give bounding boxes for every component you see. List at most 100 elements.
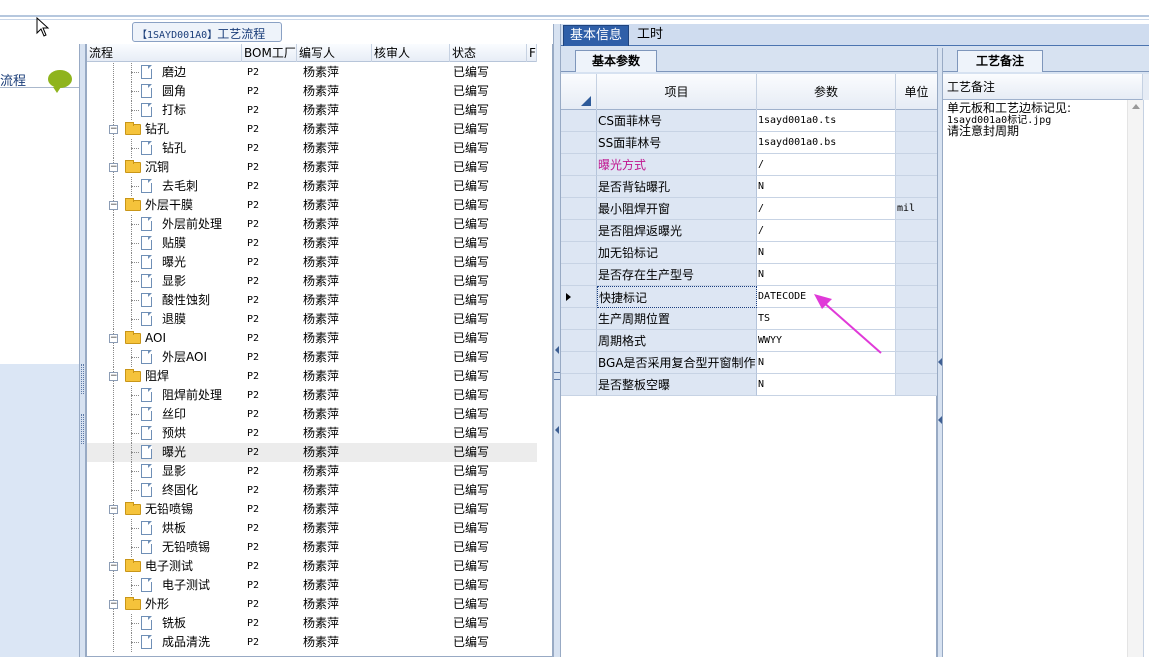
tree-row[interactable]: 外层前处理 P2 杨素萍 已编写 <box>87 215 537 234</box>
param-unit-cell[interactable] <box>896 176 937 198</box>
row-header[interactable] <box>561 308 597 330</box>
tree-row[interactable]: 丝印 P2 杨素萍 已编写 <box>87 405 537 424</box>
tree-row[interactable]: 阻焊前处理 P2 杨素萍 已编写 <box>87 386 537 405</box>
tree-row[interactable]: − 外形 P2 杨素萍 已编写 <box>87 595 537 614</box>
param-unit-cell[interactable] <box>896 374 937 396</box>
param-unit-cell[interactable] <box>896 352 937 374</box>
col-header-param[interactable]: 参数 <box>757 74 896 110</box>
param-value-cell[interactable]: N <box>757 242 896 264</box>
param-unit-cell[interactable] <box>896 132 937 154</box>
collapse-left-icon[interactable] <box>938 358 942 366</box>
param-unit-cell[interactable] <box>896 154 937 176</box>
param-row[interactable]: 加无铅标记 N <box>561 242 937 264</box>
collapse-left-icon[interactable] <box>938 416 942 424</box>
row-header[interactable] <box>561 242 597 264</box>
tree-row[interactable]: 圆角 P2 杨素萍 已编写 <box>87 82 537 101</box>
splitter-grip[interactable] <box>81 364 84 394</box>
expander-minus-icon[interactable]: − <box>109 201 118 210</box>
param-row[interactable]: SS面菲林号 1sayd001a0.bs <box>561 132 937 154</box>
tree-row[interactable]: − 电子测试 P2 杨素萍 已编写 <box>87 557 537 576</box>
tree-row[interactable]: 成品清洗 P2 杨素萍 已编写 <box>87 633 537 652</box>
param-unit-cell[interactable] <box>896 264 937 286</box>
tree-row[interactable]: − 沉铜 P2 杨素萍 已编写 <box>87 158 537 177</box>
tab-work-hours[interactable]: 工时 <box>631 25 669 46</box>
notes-textarea[interactable]: 单元板和工艺边标记见: 1sayd001a0标记.jpg 请注意封周期 <box>947 102 1127 137</box>
tree-row[interactable]: 钻孔 P2 杨素萍 已编写 <box>87 139 537 158</box>
param-item-cell[interactable]: CS面菲林号 <box>597 110 757 132</box>
expander-minus-icon[interactable]: − <box>109 163 118 172</box>
row-header[interactable] <box>561 154 597 176</box>
row-header[interactable] <box>561 132 597 154</box>
subtab-process-notes[interactable]: 工艺备注 <box>957 50 1043 72</box>
param-item-cell[interactable]: 是否整板空曝 <box>597 374 757 396</box>
expander-minus-icon[interactable]: − <box>109 600 118 609</box>
tree-row[interactable]: 曝光 P2 杨素萍 已编写 <box>87 253 537 272</box>
tree-row[interactable]: 外层AOI P2 杨素萍 已编写 <box>87 348 537 367</box>
tree-row[interactable]: 终固化 P2 杨素萍 已编写 <box>87 481 537 500</box>
row-header[interactable] <box>561 264 597 286</box>
param-unit-cell[interactable] <box>896 220 937 242</box>
tree-row[interactable]: 退膜 P2 杨素萍 已编写 <box>87 310 537 329</box>
row-header[interactable] <box>561 176 597 198</box>
col-header-f[interactable]: F <box>527 44 537 62</box>
row-header[interactable] <box>561 198 597 220</box>
param-row[interactable]: 最小阻焊开窗 / mil <box>561 198 937 220</box>
param-item-cell[interactable]: 曝光方式 <box>597 154 757 176</box>
param-item-cell[interactable]: 周期格式 <box>597 330 757 352</box>
row-header[interactable] <box>561 110 597 132</box>
tree-row[interactable]: 去毛刺 P2 杨素萍 已编写 <box>87 177 537 196</box>
tree-row[interactable]: 无铅喷锡 P2 杨素萍 已编写 <box>87 538 537 557</box>
param-row[interactable]: 是否阻焊返曝光 / <box>561 220 937 242</box>
param-item-cell[interactable]: 最小阻焊开窗 <box>597 198 757 220</box>
col-header-bom-factory[interactable]: BOM工厂 <box>242 44 297 62</box>
param-value-cell[interactable]: N <box>757 374 896 396</box>
tree-row[interactable]: 电子测试 P2 杨素萍 已编写 <box>87 576 537 595</box>
param-item-cell[interactable]: 是否背钻曝孔 <box>597 176 757 198</box>
chat-bubble-icon[interactable] <box>48 70 72 93</box>
row-header[interactable] <box>561 352 597 374</box>
param-value-cell[interactable]: / <box>757 198 896 220</box>
param-item-cell[interactable]: SS面菲林号 <box>597 132 757 154</box>
col-header-author[interactable]: 编写人 <box>297 44 372 62</box>
expander-minus-icon[interactable]: − <box>109 125 118 134</box>
select-all-icon[interactable] <box>581 96 591 106</box>
expander-minus-icon[interactable]: − <box>109 505 118 514</box>
tree-row[interactable]: − AOI P2 杨素萍 已编写 <box>87 329 537 348</box>
tree-row[interactable]: − 钻孔 P2 杨素萍 已编写 <box>87 120 537 139</box>
left-pane-header[interactable]: 流程 <box>0 54 79 93</box>
col-header-unit[interactable]: 单位 <box>896 74 937 110</box>
param-item-cell[interactable]: BGA是否采用复合型开窗制作 <box>597 352 757 374</box>
param-row[interactable]: 是否存在生产型号 N <box>561 264 937 286</box>
tree-row[interactable]: 显影 P2 杨素萍 已编写 <box>87 462 537 481</box>
middle-splitter[interactable] <box>553 24 561 657</box>
notes-vertical-scrollbar[interactable] <box>1127 100 1143 657</box>
param-item-cell[interactable]: 快捷标记 <box>597 286 757 308</box>
tree-row[interactable]: − 无铅喷锡 P2 杨素萍 已编写 <box>87 500 537 519</box>
splitter-grip[interactable] <box>81 414 84 444</box>
expander-minus-icon[interactable]: − <box>109 334 118 343</box>
col-header-reviewer[interactable]: 核审人 <box>372 44 450 62</box>
subtab-basic-params[interactable]: 基本参数 <box>575 50 657 72</box>
splitter-grip-icon[interactable] <box>554 372 560 380</box>
tree-row[interactable]: 预烘 P2 杨素萍 已编写 <box>87 424 537 443</box>
tree-row[interactable]: − 阻焊 P2 杨素萍 已编写 <box>87 367 537 386</box>
tab-basic-info[interactable]: 基本信息 <box>563 25 630 46</box>
row-header[interactable] <box>561 220 597 242</box>
param-unit-cell[interactable] <box>896 330 937 352</box>
col-header-process[interactable]: 流程 <box>87 44 242 62</box>
tree-row[interactable]: 贴膜 P2 杨素萍 已编写 <box>87 234 537 253</box>
expander-minus-icon[interactable]: − <box>109 372 118 381</box>
param-unit-cell[interactable] <box>896 242 937 264</box>
param-unit-cell[interactable] <box>896 286 937 308</box>
tree-row[interactable]: 铣板 P2 杨素萍 已编写 <box>87 614 537 633</box>
tree-row[interactable]: 曝光 P2 杨素萍 已编写 <box>87 443 537 462</box>
tree-row[interactable]: 酸性蚀刻 P2 杨素萍 已编写 <box>87 291 537 310</box>
param-item-cell[interactable]: 加无铅标记 <box>597 242 757 264</box>
param-value-cell[interactable]: / <box>757 154 896 176</box>
collapse-left-icon[interactable] <box>555 426 559 434</box>
param-value-cell[interactable]: / <box>757 220 896 242</box>
row-header[interactable] <box>561 286 597 308</box>
param-unit-cell[interactable]: mil <box>896 198 937 220</box>
param-value-cell[interactable]: N <box>757 264 896 286</box>
param-row[interactable]: 是否整板空曝 N <box>561 374 937 396</box>
